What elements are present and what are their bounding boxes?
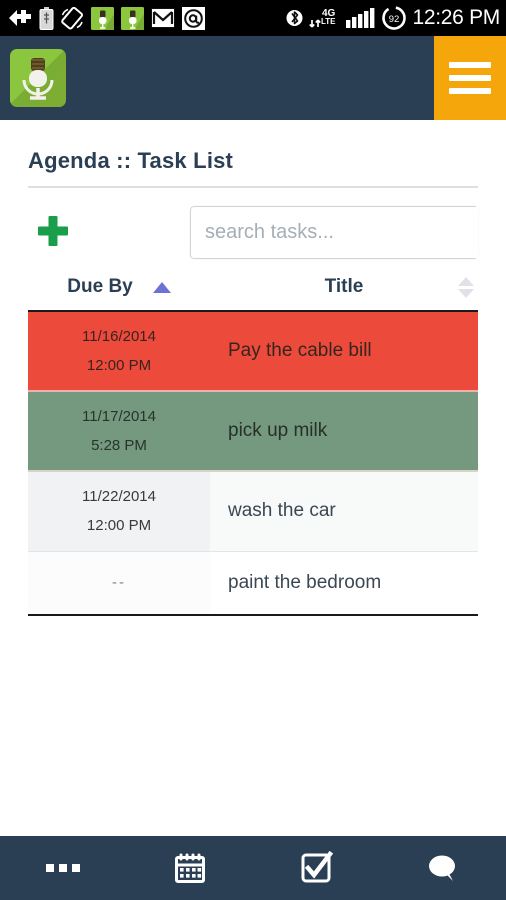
column-header-due-by[interactable]: Due By [28, 274, 210, 312]
page-title: Agenda :: Task List [28, 120, 478, 188]
column-label-title: Title [324, 276, 364, 297]
dot-1 [46, 864, 55, 872]
hamburger-menu-button[interactable] [434, 36, 506, 120]
task-title-cell: paint the bedroom [210, 551, 478, 616]
task-due-date: 11/22/2014 [82, 488, 156, 505]
main-content: Agenda :: Task List Due By [0, 120, 506, 616]
table-row[interactable]: -- paint the bedroom [28, 551, 478, 616]
sort-down-arrow [458, 288, 474, 298]
task-title-cell: pick up milk [210, 391, 478, 472]
android-app-green-icon-2 [121, 6, 144, 30]
search-input[interactable] [190, 206, 478, 259]
sort-ascending-icon[interactable] [152, 281, 171, 293]
task-due-cell: 11/22/2014 12:00 PM [28, 471, 210, 552]
dot-3 [72, 864, 81, 872]
task-table: Due By Title 11/16/2014 12:00 PM Pay the… [28, 274, 478, 616]
status-notification-icons [8, 6, 205, 30]
nav-item-more[interactable] [0, 836, 127, 900]
task-table-body: 11/16/2014 12:00 PM Pay the cable bill 1… [28, 311, 478, 616]
android-status-bar: 4G LTE 92 12:26 PM [0, 0, 506, 36]
gmail-icon [151, 8, 175, 28]
microphone-icon [22, 58, 66, 107]
column-header-title[interactable]: Title [210, 274, 478, 312]
signal-bars-icon [345, 8, 374, 28]
table-row[interactable]: 11/22/2014 12:00 PM wash the car [28, 471, 478, 552]
ellipsis-more-icon [46, 864, 81, 872]
task-table-head: Due By Title [28, 274, 478, 312]
app-header-bar [0, 36, 506, 120]
list-toolbar [28, 188, 478, 274]
menu-line-3 [449, 88, 491, 94]
table-row[interactable]: 11/17/2014 5:28 PM pick up milk [28, 391, 478, 472]
add-task-button[interactable] [32, 210, 74, 252]
bluetooth-icon [286, 10, 302, 26]
email-at-icon [182, 6, 205, 30]
status-system-icons: 4G LTE 92 12:26 PM [286, 0, 501, 36]
task-title-cell: Pay the cable bill [210, 311, 478, 392]
sort-up-arrow [458, 276, 474, 286]
nav-item-tasks[interactable] [253, 836, 380, 900]
rotate-screen-icon [61, 6, 84, 29]
task-due-date: -- [112, 574, 126, 592]
dot-2 [59, 864, 68, 872]
task-due-date: 11/17/2014 [82, 407, 156, 425]
nav-item-calendar[interactable] [127, 836, 254, 900]
task-due-cell: 11/16/2014 12:00 PM [28, 311, 210, 392]
task-due-time: 12:00 PM [86, 517, 152, 535]
android-app-green-icon [91, 6, 114, 30]
column-label-due-by: Due By [67, 276, 133, 297]
task-due-cell: -- [28, 551, 210, 616]
menu-line-1 [449, 62, 491, 68]
task-title-cell: wash the car [210, 471, 478, 552]
back-arrow-plus-icon [9, 10, 31, 26]
search-bar [190, 206, 478, 259]
menu-line-2 [449, 75, 491, 81]
status-clock: 12:26 PM [412, 6, 501, 29]
table-row[interactable]: 11/16/2014 12:00 PM Pay the cable bill [28, 311, 478, 392]
task-due-time: 12:00 PM [86, 357, 152, 374]
nav-item-messages[interactable] [380, 836, 506, 900]
sort-unsorted-icon[interactable] [458, 276, 474, 298]
bottom-navigation-bar [0, 836, 506, 900]
task-due-time: 5:28 PM [91, 437, 147, 454]
app-screen: 4G LTE 92 12:26 PM Agenda:: Task List s… [0, 0, 506, 900]
battery-circle-icon: 92 [381, 6, 406, 30]
battery-percent-text: 92 [388, 14, 399, 25]
calendar-icon [174, 853, 205, 883]
4glte-data-icon: 4G LTE [308, 8, 336, 28]
table-header-row: Due By Title [28, 274, 478, 312]
microphone-app-logo[interactable] [10, 49, 66, 107]
task-due-cell: 11/17/2014 5:28 PM [28, 391, 210, 472]
speech-bubble-icon [428, 855, 455, 881]
battery-medical-icon [39, 6, 54, 30]
task-due-date: 11/16/2014 [82, 327, 156, 345]
svg-text:LTE: LTE [321, 17, 336, 26]
checkbox-checked-icon [301, 851, 334, 883]
